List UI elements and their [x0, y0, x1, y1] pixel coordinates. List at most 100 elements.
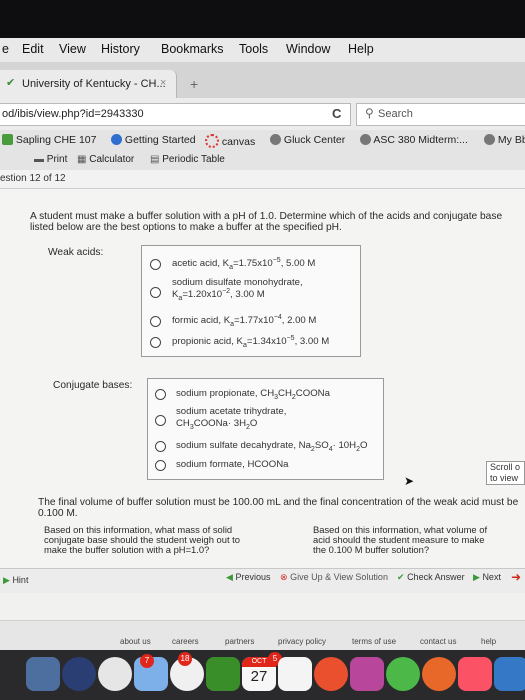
footer-terms-of-use[interactable]: terms of use — [352, 637, 396, 646]
option-sodium-disulfate-line1: sodium disulfate monohydrate, — [172, 277, 303, 288]
globe-icon — [270, 134, 281, 145]
periodic-table-button[interactable]: ▤ Periodic Table — [150, 154, 225, 165]
bookmark-gluck-center[interactable]: Gluck Center — [270, 134, 345, 146]
globe-icon — [360, 134, 371, 145]
music-icon[interactable] — [458, 657, 492, 691]
browser-tab[interactable]: ✔ University of Kentucky - CH... × — [0, 70, 177, 98]
bookmark-canvas[interactable]: canvas — [205, 134, 255, 148]
footer-contact-us[interactable]: contact us — [420, 637, 456, 646]
radio-formic-acid[interactable] — [150, 316, 161, 327]
facetime-icon[interactable] — [206, 657, 240, 691]
option-sodium-sulfate: sodium sulfate decahydrate, Na2SO4· 10H2… — [176, 440, 368, 453]
word-icon[interactable] — [350, 657, 384, 691]
table-icon: ▤ — [150, 154, 160, 165]
menu-firefox[interactable]: e — [2, 42, 9, 56]
previous-label: Previous — [235, 572, 271, 582]
give-up-button[interactable]: ⊗ Give Up & View Solution — [280, 572, 388, 583]
bookmark-my-bb[interactable]: My Bb — [484, 134, 525, 146]
periodic-table-label: Periodic Table — [162, 154, 225, 165]
quickbooks-icon[interactable] — [386, 657, 420, 691]
menu-edit[interactable]: Edit — [22, 42, 44, 56]
tab-title: University of Kentucky - CH... — [22, 78, 166, 90]
footer: about us careers partners privacy policy… — [0, 620, 525, 651]
give-up-label: Give Up & View Solution — [290, 572, 388, 582]
menu-bookmarks[interactable]: Bookmarks — [161, 42, 224, 56]
search-field[interactable]: ⚲ Search — [356, 103, 525, 126]
question-header: estion 12 of 12 — [0, 170, 525, 189]
radio-sodium-propionate[interactable] — [155, 389, 166, 400]
printer-icon: ▬ — [34, 154, 44, 165]
weak-acids-label: Weak acids: — [48, 247, 104, 258]
previous-button[interactable]: ◀ Previous — [226, 572, 270, 583]
bookmark-getting-started[interactable]: Getting Started — [111, 134, 196, 146]
previous-icon: ◀ — [226, 572, 233, 582]
safari-icon[interactable] — [98, 657, 132, 691]
finder-icon[interactable] — [26, 657, 60, 691]
radio-acetic-acid[interactable] — [150, 259, 161, 270]
radio-sodium-disulfate[interactable] — [150, 287, 161, 298]
reminders-icon[interactable] — [278, 657, 312, 691]
firefox-dock-icon[interactable] — [314, 657, 348, 691]
firefox-icon-2[interactable] — [422, 657, 456, 691]
screen-bezel — [0, 0, 525, 38]
option-sodium-disulfate-line2: Ka=1.20x10−2, 3.00 M — [172, 287, 265, 302]
footer-partners[interactable]: partners — [225, 637, 254, 646]
next-label: Next — [482, 572, 501, 582]
bookmarks-toolbar: Sapling CHE 107 Getting Started canvas G… — [0, 130, 525, 152]
question-mass: Based on this information, what mass of … — [44, 525, 240, 555]
hint-label: Hint — [12, 575, 29, 585]
menu-history[interactable]: History — [101, 42, 140, 56]
bookmark-label: My Bb — [497, 134, 525, 146]
option-sodium-acetate-line2: CH3COONa· 3H2O — [176, 418, 258, 431]
conjugate-bases-label: Conjugate bases: — [53, 380, 133, 391]
footer-help[interactable]: help — [481, 637, 496, 646]
radio-sodium-sulfate[interactable] — [155, 441, 166, 452]
search-placeholder: Search — [378, 108, 413, 120]
question-volume: Based on this information, what volume o… — [313, 525, 487, 555]
check-icon: ✔ — [397, 572, 405, 582]
favicon-icon: ✔ — [6, 77, 16, 89]
option-sodium-formate: sodium formate, HCOONa — [176, 459, 289, 470]
tools-row: ▬ Print ▦ Calculator ▤ Periodic Table — [0, 152, 525, 171]
footer-careers[interactable]: careers — [172, 637, 199, 646]
app-store-icon[interactable] — [494, 657, 525, 691]
bookmark-label: ASC 380 Midterm:... — [373, 134, 468, 146]
bookmark-asc-380[interactable]: ASC 380 Midterm:... — [360, 134, 468, 146]
bookmark-label: Getting Started — [124, 134, 196, 146]
bookmark-label: Sapling CHE 107 — [15, 134, 97, 146]
bookmark-sapling[interactable]: Sapling CHE 107 — [2, 134, 96, 146]
footer-about-us[interactable]: about us — [120, 637, 151, 646]
page-spacer — [0, 593, 525, 620]
print-button[interactable]: ▬ Print — [34, 154, 67, 165]
radio-propionic-acid[interactable] — [150, 337, 161, 348]
url-bar[interactable]: od/ibis/view.php?id=2943330 C — [0, 103, 351, 126]
radio-sodium-formate[interactable] — [155, 460, 166, 471]
firefox-icon — [111, 134, 122, 145]
footer-privacy-policy[interactable]: privacy policy — [278, 637, 326, 646]
url-text: od/ibis/view.php?id=2943330 — [2, 108, 144, 120]
hint-button[interactable]: ▶ Hint — [3, 575, 28, 586]
hint-arrow-icon: ▶ — [3, 575, 10, 585]
menu-help[interactable]: Help — [348, 42, 374, 56]
next-button[interactable]: ▶ Next — [473, 572, 501, 583]
calculator-button[interactable]: ▦ Calculator — [77, 154, 134, 165]
new-tab-button[interactable]: + — [190, 76, 198, 92]
question-mass-line3: make the buffer solution with a pH=1.0? — [44, 544, 210, 555]
bookmark-label: canvas — [221, 136, 256, 148]
tab-close-icon[interactable]: × — [160, 77, 166, 89]
menu-view[interactable]: View — [59, 42, 86, 56]
launchpad-icon[interactable] — [62, 657, 96, 691]
exit-icon[interactable]: ➜ — [511, 570, 521, 584]
calendar-day: 27 — [250, 668, 268, 685]
radio-sodium-acetate[interactable] — [155, 415, 166, 426]
final-volume-line2: 0.100 M. — [38, 508, 78, 519]
menu-tools[interactable]: Tools — [239, 42, 268, 56]
sapling-icon — [2, 134, 13, 145]
menu-window[interactable]: Window — [286, 42, 330, 56]
check-answer-button[interactable]: ✔ Check Answer — [397, 572, 465, 583]
reload-icon[interactable]: C — [332, 106, 341, 121]
bookmark-label: Gluck Center — [283, 134, 346, 146]
app-badge: 18 — [178, 652, 192, 666]
option-sodium-acetate-line1: sodium acetate trihydrate, — [176, 406, 287, 417]
canvas-icon — [205, 134, 219, 148]
